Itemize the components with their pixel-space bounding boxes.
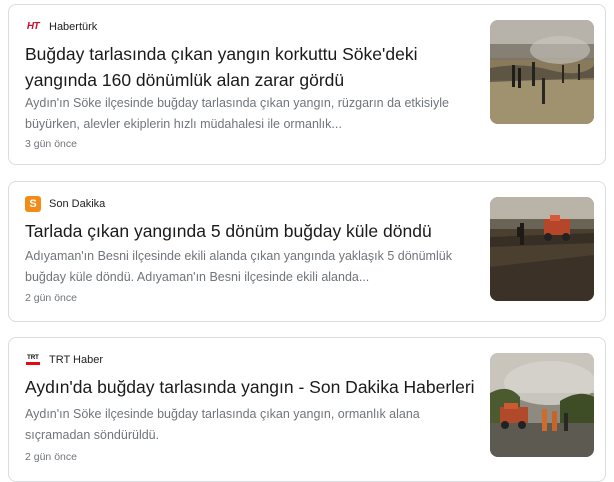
news-timestamp: 2 gün önce <box>25 451 77 463</box>
trt-logo-text: TRT <box>27 355 39 361</box>
news-source: TRT TRT Haber <box>25 352 103 368</box>
news-source: S Son Dakika <box>25 196 105 212</box>
news-card[interactable]: TRT TRT Haber Aydın'da buğday tarlasında… <box>8 337 606 482</box>
news-source: HT Habertürk <box>25 19 97 35</box>
trt-logo-bar <box>26 362 40 365</box>
news-card[interactable]: HT Habertürk Buğday tarlasında çıkan yan… <box>8 4 606 165</box>
news-thumbnail[interactable] <box>490 20 594 124</box>
news-card[interactable]: S Son Dakika Tarlada çıkan yangında 5 dö… <box>8 181 606 322</box>
news-thumbnail[interactable] <box>490 197 594 301</box>
news-title-link[interactable]: Aydın'da buğday tarlasında yangın - Son … <box>25 374 485 400</box>
source-name: Habertürk <box>49 21 98 33</box>
haberturk-logo-icon: HT <box>26 21 40 32</box>
news-timestamp: 3 gün önce <box>25 138 77 150</box>
news-thumbnail[interactable] <box>490 353 594 457</box>
source-name: Son Dakika <box>49 198 106 210</box>
news-title-link[interactable]: Tarlada çıkan yangında 5 dönüm buğday kü… <box>25 218 485 244</box>
news-snippet: Aydın'ın Söke ilçesinde buğday tarlasınd… <box>25 407 420 442</box>
news-snippet: Aydın'ın Söke ilçesinde buğday tarlasınd… <box>25 96 449 131</box>
news-timestamp: 2 gün önce <box>25 292 77 304</box>
news-snippet: Adıyaman'ın Besni ilçesinde ekili alanda… <box>25 249 452 284</box>
trt-haber-logo-icon: TRT <box>25 352 41 368</box>
news-title-link[interactable]: Buğday tarlasında çıkan yangın korkuttu … <box>25 41 485 93</box>
sondakika-logo-icon: S <box>25 196 41 212</box>
news-feed: HT Habertürk Buğday tarlasında çıkan yan… <box>0 0 614 482</box>
source-name: TRT Haber <box>49 354 104 366</box>
